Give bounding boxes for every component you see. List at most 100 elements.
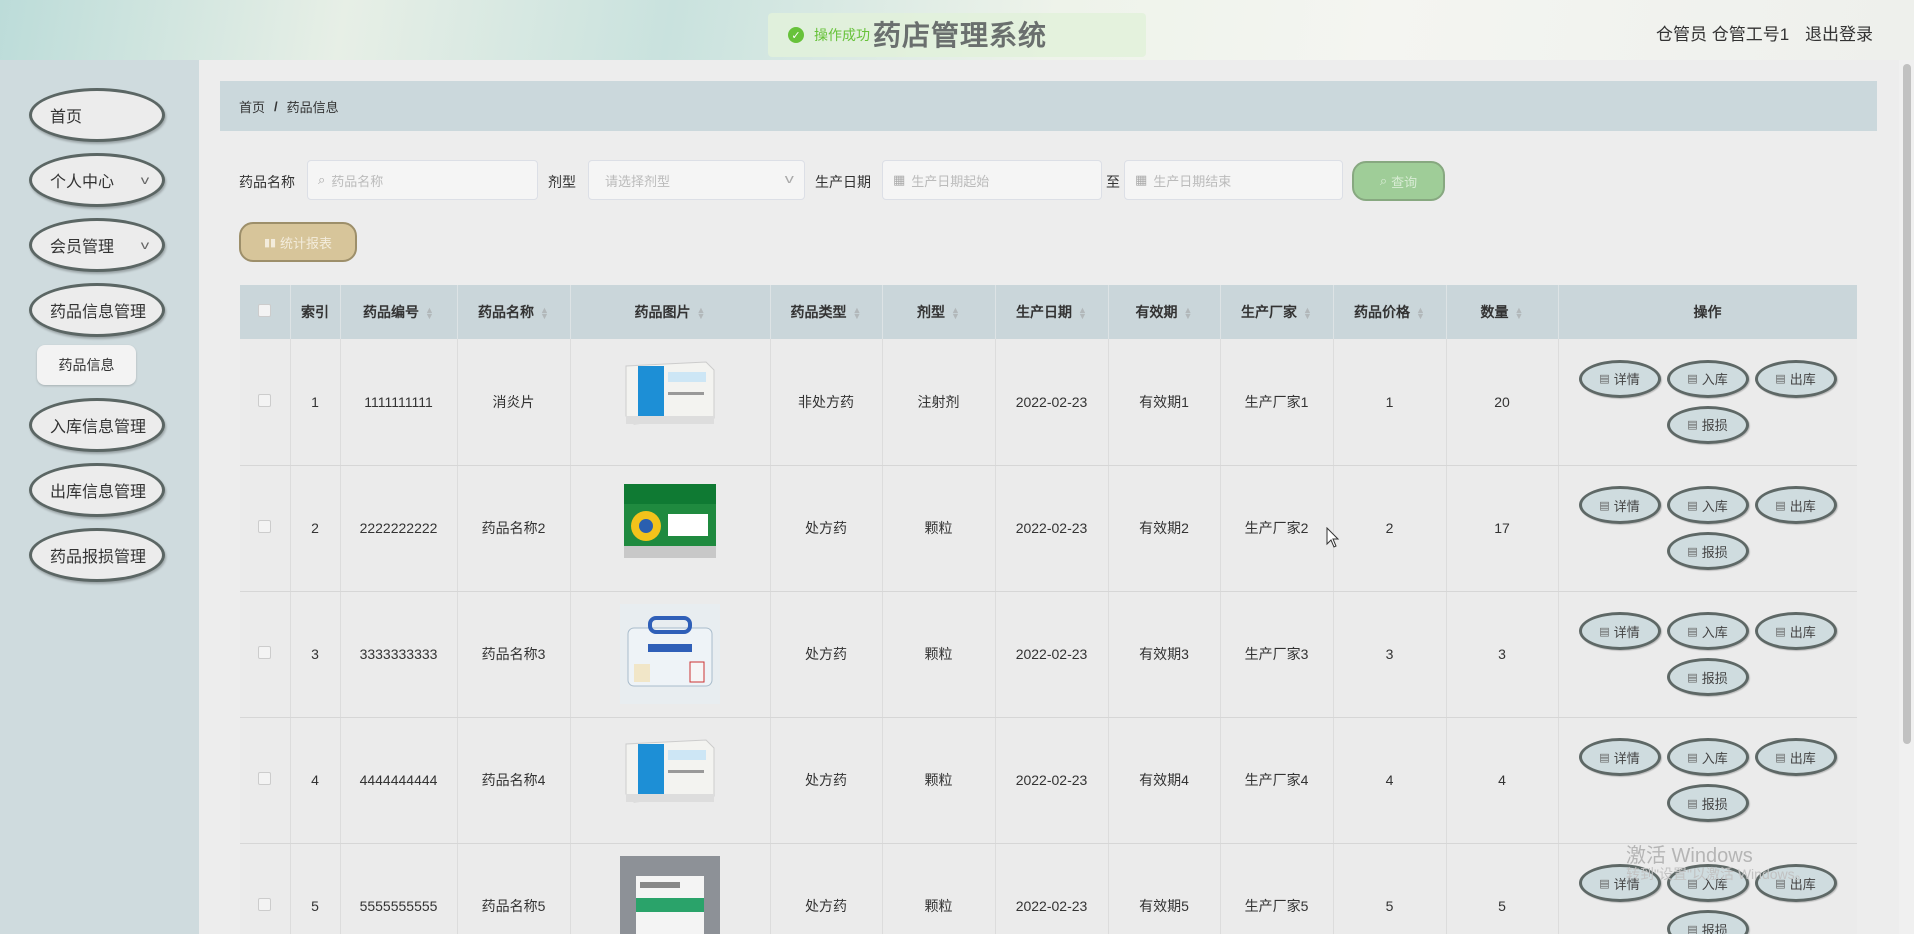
- drug-image[interactable]: [620, 730, 720, 830]
- sort-icon[interactable]: ▲ ▼: [697, 306, 706, 321]
- sort-icon[interactable]: ▲ ▼: [951, 306, 960, 321]
- sort-icon[interactable]: ▲ ▼: [1303, 306, 1312, 321]
- detail-button[interactable]: ▤ 详情: [1578, 738, 1661, 776]
- logout-link[interactable]: 退出登录: [1805, 20, 1873, 45]
- production-date-cell: 2022-02-23: [995, 717, 1109, 844]
- row-checkbox[interactable]: [258, 393, 272, 407]
- column-header[interactable]: 药品图片 ▲ ▼: [570, 285, 771, 339]
- row-select-cell[interactable]: [240, 339, 291, 466]
- drug-code-cell: 1111111111: [340, 339, 458, 466]
- detail-button[interactable]: ▤ 详情: [1578, 359, 1661, 398]
- row-checkbox[interactable]: [258, 646, 272, 659]
- column-header[interactable]: 剂型 ▲ ▼: [882, 285, 996, 339]
- select-all-cell[interactable]: [240, 285, 291, 339]
- dosage-form-placeholder: 请选择剂型: [605, 173, 671, 189]
- sidebar-item-drug-info[interactable]: 药品信息管理: [29, 283, 165, 337]
- stock-out-button[interactable]: ▤ 出库: [1754, 738, 1837, 776]
- detail-button-label: 详情: [1613, 498, 1640, 514]
- sidebar-item-label: 药品报损管理: [50, 549, 147, 566]
- drug-image[interactable]: [620, 856, 720, 934]
- column-header[interactable]: 药品名称 ▲ ▼: [457, 285, 571, 339]
- date-end-input[interactable]: ▦ 生产日期结束: [1124, 160, 1343, 200]
- document-icon: ▤: [1687, 923, 1698, 934]
- sidebar-item-members[interactable]: 会员管理 v: [29, 218, 165, 272]
- page-scrollbar[interactable]: [1899, 60, 1914, 934]
- sort-icon[interactable]: ▲ ▼: [853, 306, 862, 321]
- chevron-down-icon: v: [784, 171, 794, 186]
- table-row: 5 5555555555 药品名称5 处方药 颗粒 2022-02-23 有效期5 生产厂家5…: [240, 843, 1857, 934]
- detail-button[interactable]: ▤ 详情: [1578, 486, 1661, 524]
- sort-icon[interactable]: ▲ ▼: [1078, 306, 1087, 321]
- drug-image[interactable]: [620, 351, 720, 452]
- stock-out-button-label: 出库: [1789, 624, 1816, 640]
- sort-icon[interactable]: ▲ ▼: [540, 306, 549, 321]
- drug-image-cell: [570, 339, 771, 466]
- column-header[interactable]: 药品类型 ▲ ▼: [770, 285, 883, 339]
- query-button[interactable]: ⌕ 查询: [1352, 161, 1445, 201]
- document-icon: ▤: [1599, 499, 1610, 512]
- drug-image[interactable]: [620, 478, 720, 578]
- loss-report-button[interactable]: ▤ 报损: [1666, 910, 1749, 934]
- sidebar-item-stock-in[interactable]: 入库信息管理: [29, 398, 165, 452]
- drug-image[interactable]: [620, 604, 720, 704]
- stock-in-button[interactable]: ▤ 入库: [1666, 359, 1749, 398]
- document-icon: ▤: [1599, 751, 1610, 764]
- loss-button-label: 报损: [1701, 418, 1728, 434]
- select-all-checkbox[interactable]: [258, 304, 272, 317]
- breadcrumb: 首页 / 药品信息: [220, 81, 1877, 131]
- row-select-cell[interactable]: [240, 717, 291, 844]
- loss-report-button[interactable]: ▤ 报损: [1666, 405, 1749, 444]
- row-checkbox[interactable]: [258, 520, 272, 533]
- column-header[interactable]: 生产厂家 ▲ ▼: [1220, 285, 1334, 339]
- loss-report-button[interactable]: ▤ 报损: [1666, 532, 1749, 570]
- sidebar-item-label: 药品信息管理: [50, 304, 147, 321]
- stock-in-button[interactable]: ▤ 入库: [1666, 612, 1749, 650]
- bar-chart-icon: ▮▮: [263, 236, 277, 249]
- validity-cell: 有效期4: [1108, 717, 1221, 844]
- column-header[interactable]: 药品价格 ▲ ▼: [1333, 285, 1447, 339]
- sidebar-item-stock-out[interactable]: 出库信息管理: [29, 463, 165, 517]
- drug-code-cell: 4444444444: [340, 717, 458, 844]
- detail-button[interactable]: ▤ 详情: [1578, 612, 1661, 650]
- loss-report-button[interactable]: ▤ 报损: [1666, 784, 1749, 822]
- validity-cell: 有效期1: [1108, 339, 1221, 466]
- sidebar-item-label: 入库信息管理: [50, 419, 147, 436]
- statistics-report-button[interactable]: ▮▮ 统计报表: [239, 222, 357, 262]
- drug-name-input[interactable]: ⌕ 药品名称: [307, 160, 538, 200]
- sort-icon[interactable]: ▲ ▼: [425, 306, 434, 321]
- submenu-item-drug-info[interactable]: 药品信息: [37, 345, 136, 385]
- sort-icon[interactable]: ▲ ▼: [1184, 306, 1193, 321]
- stock-in-button[interactable]: ▤ 入库: [1666, 738, 1749, 776]
- row-checkbox[interactable]: [258, 772, 272, 785]
- breadcrumb-home[interactable]: 首页: [239, 97, 265, 116]
- sidebar-item-loss[interactable]: 药品报损管理: [29, 528, 165, 582]
- detail-button-label: 详情: [1613, 750, 1640, 766]
- scrollbar-thumb[interactable]: [1903, 64, 1911, 744]
- stock-out-button[interactable]: ▤ 出库: [1754, 486, 1837, 524]
- table-row: 1 1111111111 消炎片 非处方药 注射剂 2022-02-23 有效期1 生产厂家1…: [240, 339, 1857, 466]
- column-header[interactable]: 生产日期 ▲ ▼: [995, 285, 1109, 339]
- production-date-cell: 2022-02-23: [995, 465, 1109, 592]
- sidebar-item-profile[interactable]: 个人中心 v: [29, 153, 165, 207]
- sort-icon[interactable]: ▲ ▼: [1416, 306, 1425, 321]
- row-select-cell[interactable]: [240, 465, 291, 592]
- column-header[interactable]: 药品编号 ▲ ▼: [340, 285, 458, 339]
- dosage-form-label: 剂型: [548, 174, 576, 190]
- stock-in-button[interactable]: ▤ 入库: [1666, 486, 1749, 524]
- row-select-cell[interactable]: [240, 591, 291, 718]
- stock-out-button[interactable]: ▤ 出库: [1754, 359, 1837, 398]
- price-cell: 4: [1333, 717, 1447, 844]
- stock-out-button[interactable]: ▤ 出库: [1754, 612, 1837, 650]
- column-header[interactable]: 数量 ▲ ▼: [1446, 285, 1559, 339]
- dosage-form-select[interactable]: 请选择剂型 v: [588, 160, 805, 200]
- date-start-input[interactable]: ▦ 生产日期起始: [882, 160, 1102, 200]
- loss-report-button[interactable]: ▤ 报损: [1666, 658, 1749, 696]
- sort-icon[interactable]: ▲ ▼: [1515, 306, 1524, 321]
- row-select-cell[interactable]: [240, 843, 291, 934]
- detail-button-label: 详情: [1613, 372, 1640, 388]
- column-header[interactable]: 有效期 ▲ ▼: [1108, 285, 1221, 339]
- sidebar-item-home[interactable]: 首页: [29, 88, 165, 142]
- breadcrumb-current: 药品信息: [286, 99, 339, 115]
- row-checkbox[interactable]: [258, 898, 272, 911]
- manufacturer-cell: 生产厂家3: [1220, 591, 1334, 718]
